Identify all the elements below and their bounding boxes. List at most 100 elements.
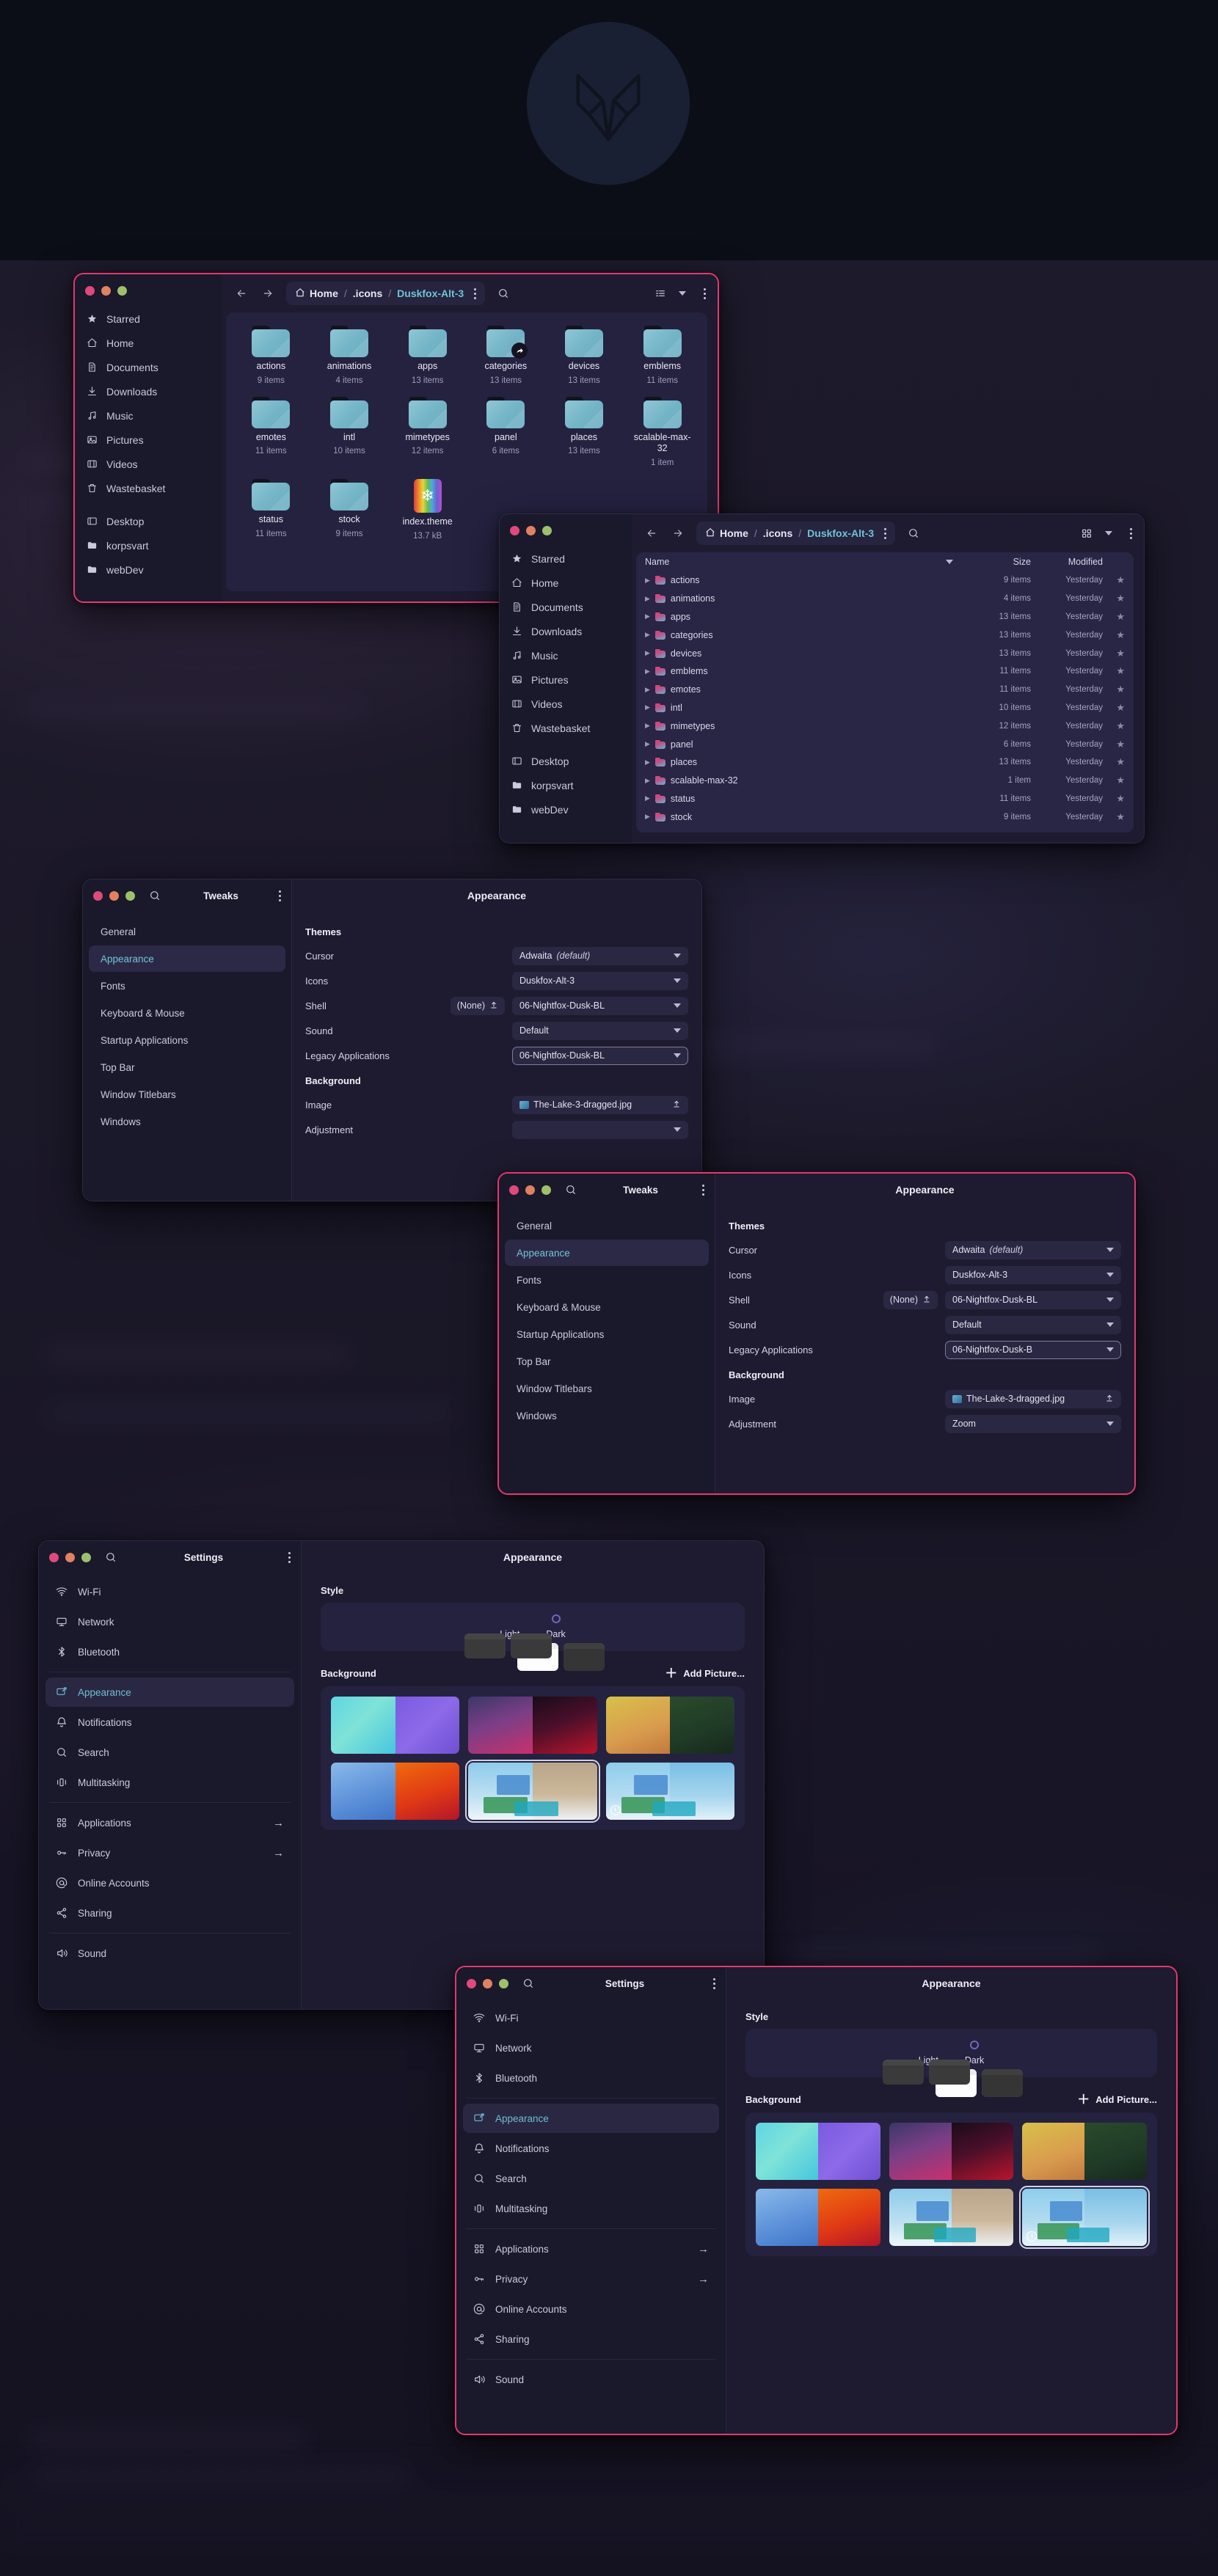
kebab-menu-icon[interactable] <box>288 1551 291 1563</box>
tweaks-b-background-rows[interactable]: Image The-Lake-3-dragged.jpg Adjustment Zoo… <box>729 1386 1121 1436</box>
star-icon[interactable]: ★ <box>1103 811 1125 823</box>
tweaks-select-sound[interactable]: Default <box>512 1021 688 1040</box>
settings-nav-applications[interactable]: Applications → <box>463 2234 719 2264</box>
kebab-menu-icon[interactable] <box>474 288 477 299</box>
minimize-button[interactable] <box>525 1185 535 1195</box>
table-row[interactable]: ▶ panel 6 items Yesterday ★ <box>636 735 1134 753</box>
file-tile[interactable]: animations 4 items <box>310 321 389 389</box>
settings-nav-network[interactable]: Network <box>45 1607 294 1636</box>
arrow-left-icon[interactable] <box>233 285 249 301</box>
file-tile[interactable]: emotes 11 items <box>232 392 310 472</box>
tweaks-nav-top-bar[interactable]: Top Bar <box>505 1348 709 1375</box>
minimize-button[interactable] <box>526 525 536 535</box>
column-header-name[interactable]: Name <box>645 557 946 567</box>
places-item-webdev[interactable]: webDev <box>500 797 632 822</box>
places-item-korpsvart[interactable]: korpsvart <box>75 533 222 557</box>
settings-nav-network[interactable]: Network <box>463 2033 719 2063</box>
settings-nav-appearance[interactable]: Appearance <box>463 2104 719 2133</box>
star-icon[interactable]: ★ <box>1103 756 1125 768</box>
tweaks-bg-select-adjustment[interactable]: Zoom <box>945 1414 1121 1433</box>
tweaks-nav-startup-applications[interactable]: Startup Applications <box>89 1027 285 1053</box>
places-item-documents[interactable]: Documents <box>75 355 222 379</box>
tweaks-select-icons[interactable]: Duskfox-Alt-3 <box>945 1265 1121 1284</box>
search-icon[interactable] <box>495 285 511 301</box>
table-row[interactable]: ▶ apps 13 items Yesterday ★ <box>636 608 1134 626</box>
chevron-down-icon[interactable] <box>1106 1347 1114 1352</box>
maximize-button[interactable] <box>125 890 135 901</box>
expand-caret-icon[interactable]: ▶ <box>645 740 650 748</box>
fm-grid-toolbar[interactable]: Home / .icons / Duskfox-Alt-3 <box>222 274 718 312</box>
tweaks-select-shell[interactable]: 06-Nightfox-Dusk-BL <box>945 1290 1121 1309</box>
star-icon[interactable]: ★ <box>1103 593 1125 604</box>
upload-icon[interactable] <box>672 1099 681 1110</box>
places-item-home[interactable]: Home <box>75 331 222 355</box>
settings-nav-privacy[interactable]: Privacy → <box>45 1838 294 1867</box>
upload-icon[interactable] <box>489 1000 498 1011</box>
close-button[interactable] <box>93 890 103 901</box>
wallpaper-thumbnail[interactable] <box>756 2123 880 2180</box>
places-item-korpsvart[interactable]: korpsvart <box>500 773 632 797</box>
fm-list-toolbar[interactable]: Home / .icons / Duskfox-Alt-3 <box>632 514 1144 552</box>
chevron-down-icon[interactable] <box>674 1127 681 1132</box>
shell-none-chip[interactable]: (None) <box>450 996 505 1015</box>
settings-nav-sharing[interactable]: Sharing <box>463 2324 719 2354</box>
tweaks-select-shell[interactable]: 06-Nightfox-Dusk-BL <box>512 996 688 1015</box>
settings-nav-online-accounts[interactable]: Online Accounts <box>463 2294 719 2324</box>
places-item-desktop[interactable]: Desktop <box>75 509 222 533</box>
places-item-videos[interactable]: Videos <box>500 692 632 716</box>
add-picture-button[interactable]: ＋ Add Picture... <box>1077 2093 1157 2106</box>
chevron-down-icon[interactable] <box>1106 1248 1114 1252</box>
expand-caret-icon[interactable]: ▶ <box>645 631 650 639</box>
expand-caret-icon[interactable]: ▶ <box>645 686 650 694</box>
file-tile[interactable]: stock 9 items <box>310 475 389 545</box>
close-button[interactable] <box>509 1185 519 1195</box>
tweaks-window-a[interactable]: Tweaks General Appearance Fonts Keyboard & … <box>82 879 702 1201</box>
star-icon[interactable]: ★ <box>1103 739 1125 750</box>
tweaks-nav-window-titlebars[interactable]: Window Titlebars <box>505 1375 709 1402</box>
file-tile[interactable]: ❄ index.theme 13.7 kB <box>388 475 467 545</box>
window-traffic-lights[interactable] <box>510 525 552 535</box>
tweaks-nav-fonts[interactable]: Fonts <box>505 1267 709 1293</box>
wallpaper-thumbnail[interactable] <box>465 1760 600 1823</box>
grid-view-icon[interactable] <box>1079 525 1095 541</box>
file-manager-list-window[interactable]: Starred Home Documents Downloads Music Pictur… <box>499 513 1145 844</box>
places-item-starred[interactable]: Starred <box>75 307 222 331</box>
table-row[interactable]: ▶ status 11 items Yesterday ★ <box>636 790 1134 808</box>
chevron-down-icon[interactable] <box>674 1028 681 1033</box>
arrow-left-icon[interactable] <box>643 525 660 541</box>
tweaks-select-cursor[interactable]: Adwaita (default) <box>512 946 688 965</box>
expand-caret-icon[interactable]: ▶ <box>645 722 650 730</box>
star-icon[interactable]: ★ <box>1103 720 1125 732</box>
tweaks-window-b[interactable]: Tweaks General Appearance Fonts Keyboard & … <box>497 1172 1136 1495</box>
file-tile[interactable]: categories 13 items <box>467 321 545 389</box>
chevron-down-icon[interactable] <box>1105 531 1112 535</box>
star-icon[interactable]: ★ <box>1103 684 1125 695</box>
star-icon[interactable]: ★ <box>1103 665 1125 677</box>
settings-window-b[interactable]: Settings Wi-Fi Network Bluetooth Appearance… <box>455 1966 1178 2435</box>
places-item-pictures[interactable]: Pictures <box>75 428 222 452</box>
expand-caret-icon[interactable]: ▶ <box>645 612 650 621</box>
tweaks-nav-keyboard-mouse[interactable]: Keyboard & Mouse <box>505 1294 709 1320</box>
settings-b-nav-list[interactable]: Wi-Fi Network Bluetooth Appearance Notificat… <box>456 2002 726 2395</box>
tweaks-select-cursor[interactable]: Adwaita (default) <box>945 1240 1121 1259</box>
tweaks-b-nav-list[interactable]: General Appearance Fonts Keyboard & Mouse St… <box>499 1212 715 1430</box>
file-tile[interactable]: actions 9 items <box>232 321 310 389</box>
maximize-button[interactable] <box>117 285 127 296</box>
star-icon[interactable]: ★ <box>1103 648 1125 659</box>
file-tile[interactable]: devices 13 items <box>545 321 624 389</box>
chevron-down-icon[interactable] <box>674 1003 681 1008</box>
chevron-down-icon[interactable] <box>674 954 681 958</box>
chevron-down-icon[interactable] <box>1106 1421 1114 1426</box>
maximize-button[interactable] <box>81 1552 91 1562</box>
settings-nav-multitasking[interactable]: Multitasking <box>463 2194 719 2223</box>
tweaks-a-theme-rows[interactable]: Cursor Adwaita (default) Icons Duskfox-Alt-… <box>305 943 688 1068</box>
expand-caret-icon[interactable]: ▶ <box>645 595 650 603</box>
settings-nav-sharing[interactable]: Sharing <box>45 1898 294 1928</box>
fm-grid-places-list[interactable]: Starred Home Documents Downloads Music Pictur… <box>75 307 222 582</box>
places-item-home[interactable]: Home <box>500 571 632 595</box>
search-icon[interactable] <box>147 888 163 904</box>
breadcrumb-current[interactable]: Duskfox-Alt-3 <box>807 527 874 539</box>
breadcrumb-icons[interactable]: .icons <box>353 288 382 299</box>
tweaks-nav-general[interactable]: General <box>89 918 285 945</box>
chevron-down-icon[interactable] <box>679 291 686 296</box>
